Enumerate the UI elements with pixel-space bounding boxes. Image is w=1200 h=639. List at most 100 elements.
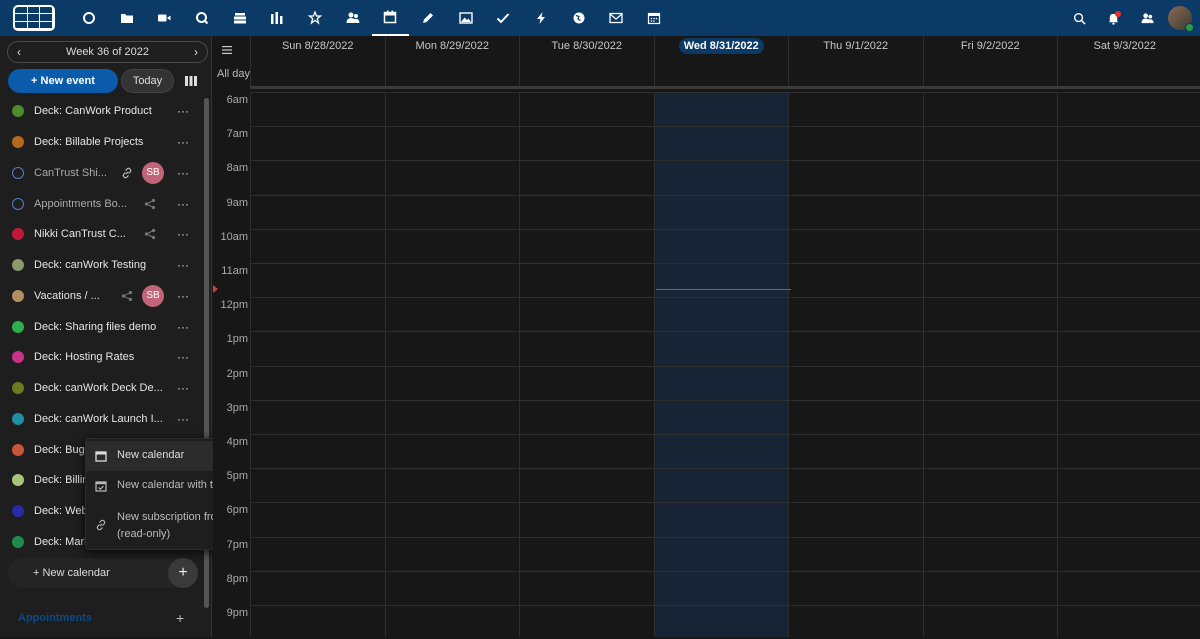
share-icon[interactable] [121,290,133,302]
calendar-list-item[interactable]: Deck: canWork Launch I... ··· [0,404,206,435]
calendar-list-item[interactable]: Deck: canWork Deck De... ··· [0,373,206,404]
app-talk[interactable] [145,0,183,36]
calendar-list-item[interactable]: Appointments Bo... ··· [0,188,206,219]
calendar-list-item[interactable]: Vacations / ... SB ··· [0,281,206,312]
app-notes[interactable] [409,0,447,36]
more-options-icon[interactable]: ··· [176,258,190,272]
all-day-cell[interactable] [250,56,385,86]
new-calendar-plus-button[interactable]: + [168,558,198,588]
week-label[interactable]: Week 36 of 2022 [30,46,185,58]
hour-row [250,434,1200,468]
calendar-color-dot[interactable] [12,166,24,179]
add-appointment-plus-icon[interactable]: + [176,610,184,626]
new-event-button[interactable]: + New event [8,69,118,93]
all-day-cell[interactable] [788,56,923,86]
mail-icon [609,12,624,24]
calendar-color-dot[interactable] [12,136,24,149]
hour-label: 2pm [226,367,248,380]
calendar-color-dot[interactable] [12,259,24,272]
shared-user-avatar[interactable]: SB [142,161,164,184]
app-activity[interactable] [296,0,334,36]
calendar-color-dot[interactable] [12,505,24,518]
calendar-list-item[interactable]: Deck: Hosting Rates ··· [0,342,206,373]
day-header[interactable]: Tue 8/30/2022 [519,36,654,56]
link-icon[interactable] [121,167,133,179]
next-week-chevron-icon[interactable]: › [185,45,207,59]
all-day-cell[interactable] [384,56,520,86]
calendar-color-dot[interactable] [12,443,24,456]
more-options-icon[interactable]: ··· [176,320,190,334]
calendar-list-item[interactable]: Deck: CanWork Product ··· [0,96,206,127]
hour-label: 9pm [226,607,248,619]
more-options-icon[interactable]: ··· [176,166,190,180]
more-options-icon[interactable]: ··· [176,289,190,303]
more-options-icon[interactable]: ··· [176,135,190,149]
more-options-icon[interactable]: ··· [176,227,190,241]
app-contacts[interactable] [334,0,372,36]
app-analytics[interactable] [258,0,296,36]
search-icon[interactable] [1062,0,1096,36]
app-deck-stack[interactable] [221,0,259,36]
calendar-color-dot[interactable] [12,320,24,333]
calendar-color-dot[interactable] [12,228,24,241]
app-logo-icon[interactable] [13,5,55,31]
hour-row [250,228,1200,263]
app-mail[interactable] [598,0,636,36]
user-avatar[interactable] [1168,6,1194,32]
more-options-icon[interactable]: ··· [176,412,190,426]
week-navigator: ‹ Week 36 of 2022 › [7,41,208,63]
calendar-list-item[interactable]: Deck: Billable Projects ··· [0,127,206,158]
day-header[interactable]: Sun 8/28/2022 [250,36,385,56]
calendar-list-item[interactable]: Deck: canWork Testing ··· [0,250,206,281]
app-appointments[interactable] [635,0,673,36]
day-header[interactable]: Sat 9/3/2022 [1057,36,1192,56]
hour-label: 10am [220,230,248,243]
app-files[interactable] [108,0,146,36]
day-header[interactable]: Wed 8/31/2022 [653,36,789,56]
all-day-cell[interactable] [519,56,654,86]
view-switcher-icon[interactable] [182,72,200,90]
calendar-list-item[interactable]: Deck: Sharing files demo ··· [0,311,206,342]
notifications-bell-icon[interactable] [1096,0,1130,36]
calendar-color-dot[interactable] [12,351,24,364]
calendar-color-dot[interactable] [12,105,24,118]
app-calendar[interactable] [371,0,410,36]
hamburger-menu-icon[interactable] [220,44,234,56]
calendar-color-dot[interactable] [12,382,24,395]
app-tasks[interactable] [485,0,523,36]
all-day-cell[interactable] [1057,56,1192,86]
appointments-section-label[interactable]: Appointments [18,612,92,624]
contacts-menu-icon[interactable] [1130,0,1164,36]
app-search[interactable] [183,0,221,36]
app-maps[interactable] [560,0,598,36]
day-header[interactable]: Mon 8/29/2022 [384,36,520,56]
more-options-icon[interactable]: ··· [176,104,190,118]
calendar-list-item[interactable]: Nikki CanTrust C... ··· [0,219,206,250]
calendar-color-dot[interactable] [12,412,24,425]
more-options-icon[interactable]: ··· [176,350,190,364]
calendar-color-dot[interactable] [12,289,24,302]
app-photos[interactable] [447,0,485,36]
hour-row [250,605,1200,639]
all-day-cell[interactable] [922,56,1058,86]
calendar-color-dot[interactable] [12,474,24,487]
app-flow[interactable] [522,0,560,36]
share-icon[interactable] [144,228,156,240]
more-options-icon[interactable]: ··· [176,197,190,211]
share-icon[interactable] [144,198,156,210]
today-button[interactable]: Today [121,69,174,93]
more-options-icon[interactable]: ··· [176,381,190,395]
all-day-cell[interactable] [653,56,789,86]
calendar-list-item[interactable]: CanTrust Shi... SB ··· [0,158,206,189]
calendar-color-dot[interactable] [12,197,24,210]
day-header[interactable]: Fri 9/2/2022 [922,36,1058,56]
shared-user-avatar[interactable]: SB [142,284,164,307]
week-view: Sun 8/28/2022 Mon 8/29/2022 Tue 8/30/2022 W… [213,36,1200,637]
calendar-color-dot[interactable] [12,535,24,548]
previous-week-chevron-icon[interactable]: ‹ [8,45,30,59]
hour-row [250,297,1200,331]
new-calendar-row[interactable]: + New calendar + [8,558,198,588]
day-header[interactable]: Thu 9/1/2022 [788,36,923,56]
top-bar [0,0,1200,36]
app-dashboard[interactable] [70,0,108,36]
